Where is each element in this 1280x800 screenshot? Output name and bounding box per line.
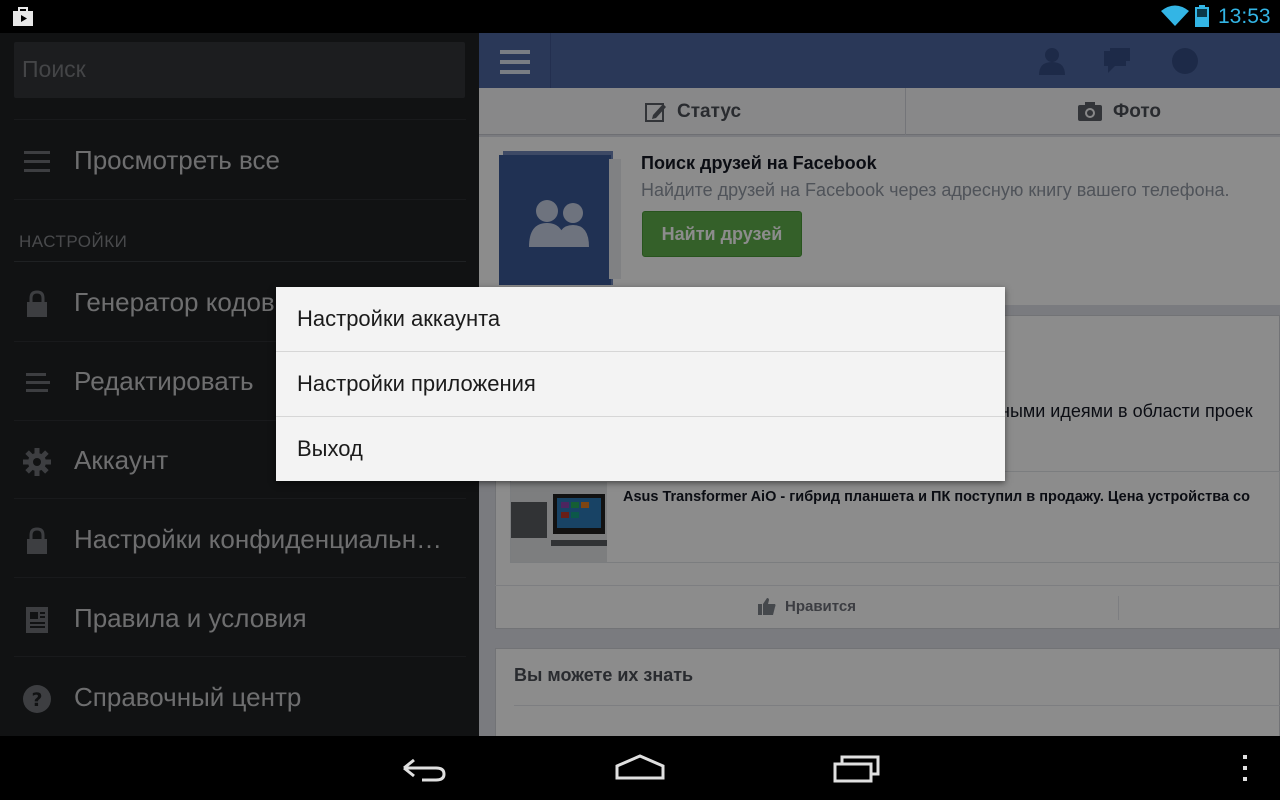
recent-apps-icon[interactable] xyxy=(832,752,882,784)
home-icon[interactable] xyxy=(614,752,666,784)
battery-icon xyxy=(1195,5,1209,27)
menu-item-label: Настройки аккаунта xyxy=(297,306,501,331)
wifi-icon xyxy=(1161,5,1189,26)
menu-item-account-settings[interactable]: Настройки аккаунта xyxy=(276,287,1005,351)
menu-item-logout[interactable]: Выход xyxy=(276,417,1005,481)
overflow-menu-icon[interactable] xyxy=(1238,752,1252,784)
context-menu: Настройки аккаунта Настройки приложения … xyxy=(276,287,1005,481)
menu-item-label: Настройки приложения xyxy=(297,371,536,396)
play-store-icon xyxy=(13,7,33,26)
system-navigation-bar xyxy=(0,736,1280,800)
menu-item-label: Выход xyxy=(297,436,363,461)
back-icon[interactable] xyxy=(400,752,448,784)
menu-item-app-settings[interactable]: Настройки приложения xyxy=(276,352,1005,416)
status-bar: 13:53 xyxy=(0,0,1280,33)
clock: 13:53 xyxy=(1218,5,1271,28)
